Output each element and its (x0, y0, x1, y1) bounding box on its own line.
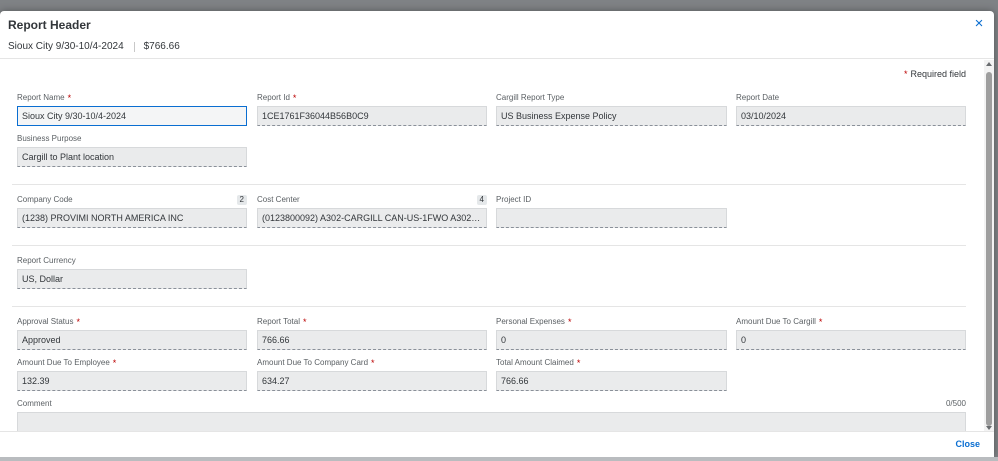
approval-status-input[interactable]: Approved (17, 330, 247, 350)
total-claimed-field: Total Amount Claimed * 766.66 (496, 358, 727, 391)
dialog-subtitle: Sioux City 9/30-10/4-2024 $766.66 (8, 41, 180, 52)
personal-expenses-input[interactable]: 0 (496, 330, 727, 350)
business-purpose-input[interactable]: Cargill to Plant location (17, 147, 247, 167)
project-id-field: Project ID (496, 195, 727, 228)
personal-expenses-label: Personal Expenses (496, 317, 565, 326)
subtitle-amount: $766.66 (143, 41, 180, 52)
report-name-label: Report Name (17, 93, 65, 102)
company-code-label: Company Code (17, 195, 73, 204)
cost-center-input[interactable]: (0123800092) A302-CARGILL CAN-US-1FWO A3… (257, 208, 487, 228)
comment-textarea[interactable] (17, 412, 966, 432)
personal-expenses-field: Personal Expenses * 0 (496, 317, 727, 350)
report-total-input[interactable]: 766.66 (257, 330, 487, 350)
amount-due-employee-field: Amount Due To Employee * 132.39 (17, 358, 247, 391)
company-code-input[interactable]: (1238) PROVIMI NORTH AMERICA INC (17, 208, 247, 228)
dialog-header: Report Header × Sioux City 9/30-10/4-202… (0, 11, 994, 59)
amount-due-card-label: Amount Due To Company Card (257, 358, 369, 367)
amount-due-cargill-field: Amount Due To Cargill * 0 (736, 317, 966, 350)
report-currency-field: Report Currency US, Dollar (17, 256, 247, 289)
report-id-input[interactable]: 1CE1761F36044B56B0C9 (257, 106, 487, 126)
subtitle-report-name: Sioux City 9/30-10/4-2024 (8, 41, 124, 52)
amount-due-cargill-label: Amount Due To Cargill (736, 317, 816, 326)
report-date-input[interactable]: 03/10/2024 (736, 106, 966, 126)
total-claimed-required: * (576, 358, 581, 368)
amount-due-card-field: Amount Due To Company Card * 634.27 (257, 358, 487, 391)
dialog-content: * Required field Report Name * Sioux City … (0, 60, 984, 432)
comment-label: Comment (17, 399, 52, 408)
close-icon[interactable]: × (972, 16, 986, 31)
background-page-strip (0, 457, 998, 461)
amount-due-cargill-input[interactable]: 0 (736, 330, 966, 350)
total-claimed-input[interactable]: 766.66 (496, 371, 727, 391)
approval-status-field: Approval Status * Approved (17, 317, 247, 350)
report-name-input[interactable]: Sioux City 9/30-10/4-2024 (17, 106, 247, 126)
report-total-required: * (303, 317, 307, 327)
amount-due-employee-required: * (112, 358, 117, 368)
report-currency-label: Report Currency (17, 256, 76, 265)
project-id-input[interactable] (496, 208, 727, 228)
dialog-footer: Close (0, 431, 994, 457)
company-code-field: Company Code 2 (1238) PROVIMI NORTH AMERI… (17, 195, 247, 228)
report-date-field: Report Date 03/10/2024 (736, 93, 966, 126)
required-field-note: * Required field (904, 69, 966, 79)
scroll-thumb[interactable] (986, 72, 992, 426)
total-claimed-label: Total Amount Claimed (496, 358, 574, 367)
report-id-field: Report Id * 1CE1761F36044B56B0C9 (257, 93, 487, 126)
report-type-input[interactable]: US Business Expense Policy (496, 106, 727, 126)
required-star: * (903, 69, 908, 79)
report-total-label: Report Total (257, 317, 300, 326)
amount-due-employee-label: Amount Due To Employee (17, 358, 110, 367)
cost-center-field: Cost Center 4 (0123800092) A302-CARGILL C… (257, 195, 487, 228)
project-id-label: Project ID (496, 195, 532, 204)
report-id-required: * (292, 93, 297, 103)
report-date-label: Report Date (736, 93, 780, 102)
amount-due-cargill-required: * (818, 317, 823, 327)
amount-due-card-input[interactable]: 634.27 (257, 371, 487, 391)
report-name-required: * (67, 93, 72, 103)
report-currency-input[interactable]: US, Dollar (17, 269, 247, 289)
scroll-up-arrow-icon[interactable] (986, 62, 992, 66)
comment-char-counter: 0/500 (945, 399, 966, 408)
vertical-scrollbar[interactable] (984, 60, 994, 432)
report-type-field: Cargill Report Type US Business Expense … (496, 93, 727, 126)
approval-status-label: Approval Status (17, 317, 74, 326)
business-purpose-label: Business Purpose (17, 134, 82, 143)
subtitle-separator (133, 41, 135, 52)
personal-expenses-required: * (567, 317, 572, 327)
amount-due-employee-input[interactable]: 132.39 (17, 371, 247, 391)
approval-status-required: * (76, 317, 80, 327)
report-total-field: Report Total * 766.66 (257, 317, 487, 350)
scroll-down-arrow-icon[interactable] (986, 426, 992, 430)
report-header-dialog: Report Header × Sioux City 9/30-10/4-202… (0, 11, 994, 457)
report-id-label: Report Id (257, 93, 290, 102)
section-divider (12, 184, 966, 185)
required-field-text: Required field (910, 69, 966, 79)
cost-center-count-badge: 4 (476, 195, 487, 205)
close-button[interactable]: Close (955, 439, 980, 449)
business-purpose-field: Business Purpose Cargill to Plant locati… (17, 134, 247, 167)
section-divider (12, 245, 966, 246)
cost-center-label: Cost Center (257, 195, 300, 204)
dialog-title: Report Header (8, 18, 91, 32)
amount-due-card-required: * (371, 358, 375, 368)
comment-field: Comment 0/500 (17, 399, 966, 432)
section-divider (12, 306, 966, 307)
company-code-count-badge: 2 (236, 195, 247, 205)
report-name-field: Report Name * Sioux City 9/30-10/4-2024 (17, 93, 247, 126)
report-type-label: Cargill Report Type (496, 93, 565, 102)
